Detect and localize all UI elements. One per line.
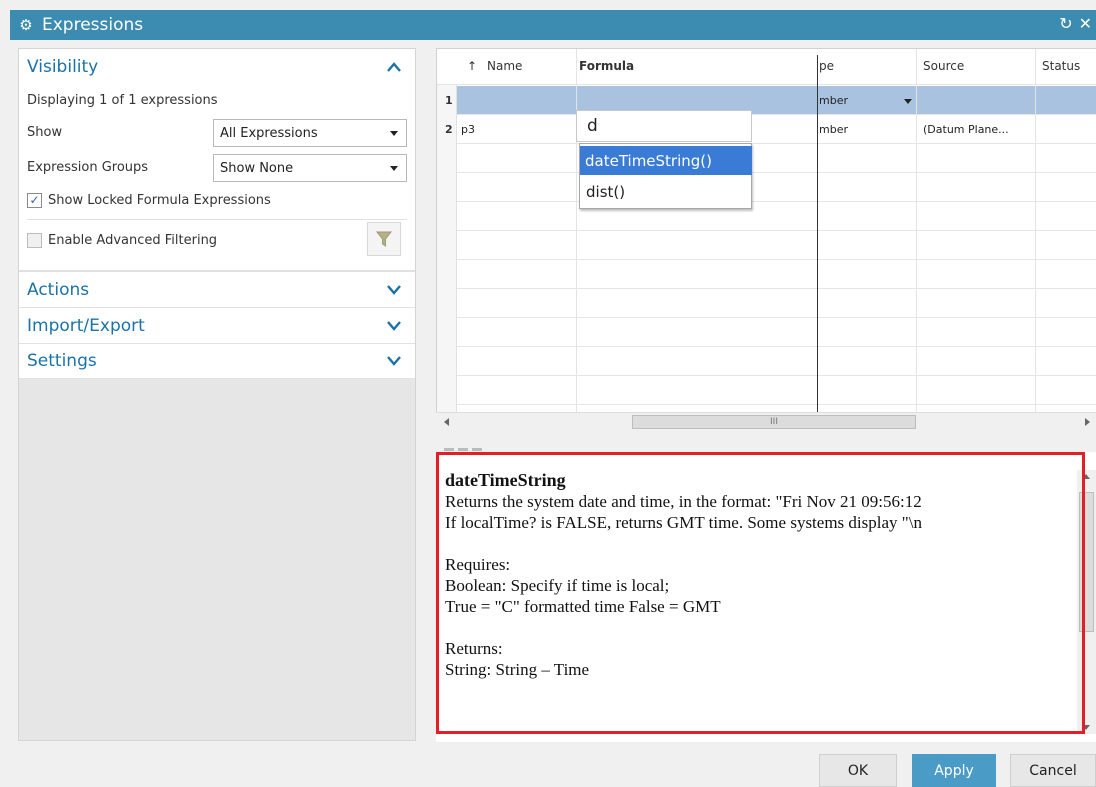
type-cell[interactable]: mber	[819, 123, 848, 136]
name-cell[interactable]: p3	[461, 123, 475, 136]
scroll-grip: III	[770, 417, 778, 427]
ok-button[interactable]: OK	[819, 754, 897, 787]
formula-input[interactable]: d	[576, 110, 752, 142]
horizontal-scrollbar[interactable]: III	[436, 412, 1096, 430]
cancel-button[interactable]: Cancel	[1010, 754, 1096, 787]
visibility-title: Visibility	[27, 57, 99, 77]
chevron-down-icon[interactable]	[385, 352, 403, 370]
reset-icon[interactable]: ↻	[1059, 14, 1072, 33]
scroll-thumb[interactable]: III	[632, 415, 916, 429]
import-export-section-header[interactable]: Import/Export	[19, 307, 415, 343]
expressions-table: ↑ Name Formula pe Source Status 1 mber 2…	[436, 48, 1096, 430]
chevron-down-icon	[390, 166, 398, 171]
type-cell[interactable]: mber	[819, 94, 848, 107]
import-export-title: Import/Export	[27, 315, 145, 336]
show-locked-label: Show Locked Formula Expressions	[48, 192, 271, 208]
column-source[interactable]: Source	[923, 59, 964, 73]
chevron-down-icon[interactable]	[385, 281, 403, 299]
chevron-down-icon[interactable]	[385, 317, 403, 335]
autocomplete-list: dateTimeString() dist()	[579, 143, 752, 209]
highlight-box	[436, 452, 1085, 734]
actions-section-header[interactable]: Actions	[19, 271, 415, 307]
formula-input-text: d	[587, 116, 598, 136]
settings-title: Settings	[27, 351, 97, 371]
scroll-right-icon[interactable]	[1085, 418, 1090, 426]
expression-groups-label: Expression Groups	[27, 160, 149, 175]
panel-splitter[interactable]	[444, 440, 490, 451]
close-icon[interactable]: ✕	[1079, 14, 1092, 33]
apply-button[interactable]: Apply	[912, 754, 996, 787]
row-number: 2	[445, 123, 453, 136]
chevron-up-icon[interactable]	[385, 58, 403, 76]
scroll-left-icon[interactable]	[444, 418, 449, 426]
settings-section-header[interactable]: Settings	[19, 343, 415, 379]
show-select[interactable]: All Expressions	[213, 119, 407, 147]
actions-title: Actions	[27, 279, 90, 300]
autocomplete-item[interactable]: dist()	[581, 177, 750, 206]
left-panel: Visibility Displaying 1 of 1 expressions…	[18, 48, 416, 741]
chevron-down-icon[interactable]	[904, 99, 912, 104]
table-header: ↑ Name Formula pe Source Status	[437, 49, 1096, 85]
column-resize-line[interactable]	[817, 55, 818, 421]
show-locked-checkbox[interactable]: ✓	[27, 192, 42, 208]
window-title: Expressions	[42, 15, 144, 35]
autocomplete-item[interactable]: dateTimeString()	[580, 146, 752, 175]
row-number: 1	[445, 94, 453, 107]
source-cell[interactable]: (Datum Plane...	[923, 123, 1009, 136]
show-select-value: All Expressions	[220, 125, 318, 141]
displaying-count: Displaying 1 of 1 expressions	[27, 92, 218, 108]
expression-groups-select[interactable]: Show None	[213, 154, 407, 182]
expression-groups-value: Show None	[220, 160, 294, 176]
column-name[interactable]: Name	[487, 59, 522, 73]
advanced-filtering-label: Enable Advanced Filtering	[48, 232, 218, 248]
title-bar: ⚙ Expressions ↻ ✕	[10, 10, 1096, 40]
gear-icon: ⚙	[19, 15, 33, 34]
column-status[interactable]: Status	[1042, 59, 1080, 73]
chevron-down-icon	[390, 131, 398, 136]
column-type[interactable]: pe	[819, 59, 834, 73]
visibility-section: Visibility Displaying 1 of 1 expressions…	[19, 49, 415, 271]
visibility-header[interactable]: Visibility	[19, 49, 415, 85]
column-formula[interactable]: Formula	[579, 59, 634, 73]
advanced-filtering-checkbox[interactable]	[27, 232, 42, 248]
table-row-selected[interactable]	[457, 86, 1096, 114]
show-label: Show	[27, 125, 63, 140]
sort-icon: ↑	[467, 59, 478, 73]
filter-button[interactable]	[367, 222, 401, 256]
filter-icon	[375, 231, 393, 247]
